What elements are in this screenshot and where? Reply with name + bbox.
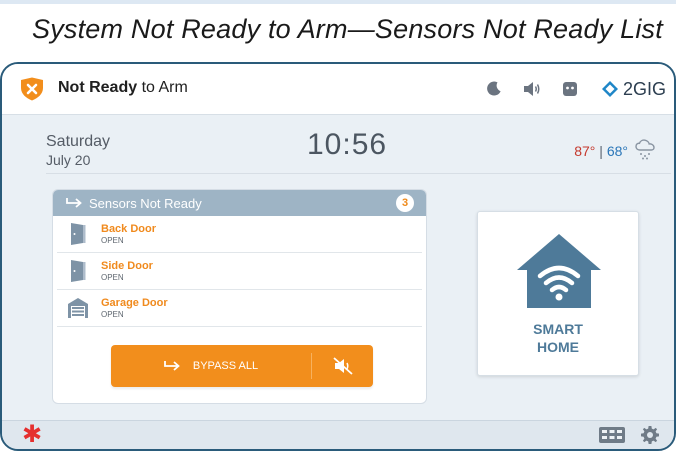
- sensor-count-badge: 3: [396, 194, 414, 212]
- sensor-row-back-door[interactable]: Back Door OPEN: [57, 216, 422, 253]
- garage-icon: [68, 298, 88, 318]
- sensor-status: OPEN: [101, 273, 124, 282]
- chat-bubble-icon[interactable]: [559, 78, 581, 100]
- bypass-arrow-icon: [163, 361, 180, 371]
- bypass-arrow-icon: [66, 198, 82, 208]
- sensors-not-ready-panel: Sensors Not Ready 3 Back Door OPEN Side …: [52, 189, 427, 404]
- sensor-status: OPEN: [101, 236, 124, 245]
- sensor-status: OPEN: [101, 310, 124, 319]
- bottom-bar: ✱: [2, 420, 674, 449]
- sensor-name: Back Door: [101, 223, 157, 235]
- temp-separator: |: [595, 143, 607, 159]
- emergency-icon[interactable]: ✱: [22, 423, 42, 447]
- door-icon: [71, 223, 86, 245]
- day-of-week: Saturday: [46, 133, 111, 150]
- temp-low: 68°: [606, 143, 628, 159]
- smart-home-label-line2: HOME: [537, 339, 579, 355]
- temp-high: 87°: [574, 143, 596, 159]
- header-divider: [46, 173, 671, 174]
- sensor-name: Side Door: [101, 260, 153, 272]
- smart-home-label-line1: SMART: [533, 321, 583, 337]
- sensor-row-side-door[interactable]: Side Door OPEN: [57, 253, 422, 290]
- arm-status-rest: to Arm: [137, 79, 188, 96]
- moon-icon[interactable]: [483, 78, 505, 100]
- speaker-icon[interactable]: [521, 78, 543, 100]
- brand-name: 2GIG: [622, 78, 666, 99]
- mute-speaker-icon: [332, 357, 353, 375]
- page-caption: System Not Ready to Arm—Sensors Not Read…: [32, 14, 663, 44]
- brand-logo-icon: [601, 81, 618, 97]
- top-strip: [0, 0, 676, 4]
- clock: 10:56: [307, 128, 388, 161]
- smart-home-label: SMART HOME: [478, 320, 638, 356]
- sensors-panel-header: Sensors Not Ready 3: [53, 190, 426, 216]
- date-block: Saturday July 20: [46, 132, 110, 169]
- shield-x-icon[interactable]: [18, 77, 46, 101]
- calendar-date: July 20: [46, 152, 91, 168]
- sensor-row-garage-door[interactable]: Garage Door OPEN: [57, 290, 422, 327]
- bypass-bar: BYPASS ALL: [111, 345, 373, 387]
- bypass-all-label: BYPASS ALL: [192, 360, 259, 372]
- sensors-panel-title: Sensors Not Ready: [89, 195, 202, 211]
- settings-gear-icon[interactable]: [640, 425, 660, 445]
- status-header: Not Ready to Arm 2GIG: [2, 64, 674, 115]
- brand-logo: 2GIG: [601, 79, 666, 100]
- door-icon: [71, 260, 86, 282]
- mute-button[interactable]: [312, 345, 373, 387]
- keypad-icon[interactable]: [598, 426, 626, 444]
- header-icons: 2GIG: [483, 76, 666, 102]
- smart-home-tile[interactable]: SMART HOME: [477, 211, 639, 376]
- temperature-readout[interactable]: 87° | 68°: [574, 143, 628, 159]
- arm-status-bold: Not Ready: [58, 79, 138, 96]
- arm-status[interactable]: Not Ready to Arm: [58, 79, 188, 97]
- bypass-all-button[interactable]: BYPASS ALL: [111, 345, 310, 387]
- cloud-snow-icon[interactable]: [634, 138, 658, 160]
- control-panel-screen: Not Ready to Arm 2GIG Saturday July 20 1…: [0, 62, 676, 451]
- sensor-name: Garage Door: [101, 297, 168, 309]
- smart-home-icon: [517, 234, 601, 308]
